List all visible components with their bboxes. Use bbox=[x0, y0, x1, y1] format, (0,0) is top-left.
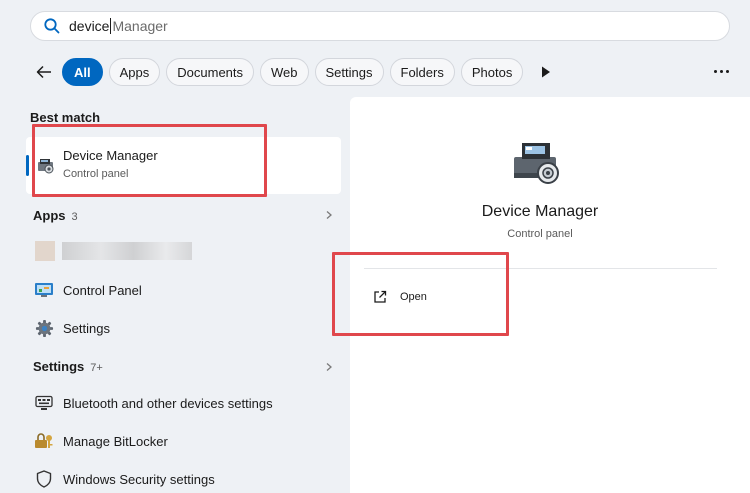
filter-folders[interactable]: Folders bbox=[389, 58, 455, 86]
apps-count: 3 bbox=[71, 211, 78, 223]
detail-title: Device Manager bbox=[481, 203, 599, 220]
filter-all[interactable]: All bbox=[62, 58, 103, 86]
settings-header-label: Settings bbox=[33, 359, 85, 374]
setting-item-bluetooth[interactable]: Bluetooth and other devices settings bbox=[34, 390, 273, 416]
app-item-control-panel[interactable]: Control Panel bbox=[34, 277, 142, 303]
app-item-settings[interactable]: Settings bbox=[34, 315, 110, 341]
search-icon bbox=[44, 18, 60, 34]
ellipsis-dot-icon bbox=[713, 69, 717, 73]
ellipsis-dot-icon bbox=[719, 69, 723, 73]
play-arrow-icon bbox=[542, 66, 551, 78]
highlight-box-best-match bbox=[32, 124, 267, 197]
selection-indicator bbox=[26, 155, 29, 176]
search-input-text[interactable]: device bbox=[69, 18, 109, 34]
settings-count: 7+ bbox=[90, 362, 103, 374]
bitlocker-icon bbox=[34, 431, 54, 451]
settings-header[interactable]: Settings 7+ bbox=[33, 359, 103, 374]
filter-web[interactable]: Web bbox=[260, 58, 309, 86]
search-suggestion: Manager bbox=[112, 18, 168, 34]
setting-item-label: Manage BitLocker bbox=[63, 433, 168, 449]
apps-header-label: Apps bbox=[33, 208, 66, 223]
setting-item-label: Bluetooth and other devices settings bbox=[63, 395, 273, 411]
apps-header[interactable]: Apps 3 bbox=[33, 208, 78, 223]
ellipsis-dot-icon bbox=[725, 69, 729, 73]
chevron-right-icon[interactable] bbox=[324, 210, 334, 220]
settings-gear-icon bbox=[34, 318, 54, 338]
more-options-button[interactable] bbox=[710, 62, 732, 80]
back-arrow-icon bbox=[36, 65, 51, 79]
filter-photos[interactable]: Photos bbox=[460, 58, 524, 86]
app-item-label: Settings bbox=[63, 320, 110, 336]
setting-item-label: Windows Security settings bbox=[63, 471, 215, 487]
filter-apps[interactable]: Apps bbox=[108, 58, 161, 86]
setting-item-bitlocker[interactable]: Manage BitLocker bbox=[34, 428, 168, 454]
shield-icon bbox=[34, 469, 54, 489]
blurred-app-icon bbox=[35, 241, 55, 261]
filter-settings[interactable]: Settings bbox=[314, 58, 384, 86]
setting-item-windows-security[interactable]: Windows Security settings bbox=[34, 466, 215, 492]
back-button[interactable] bbox=[30, 58, 58, 86]
best-match-header: Best match bbox=[30, 110, 101, 125]
app-item-label: Control Panel bbox=[63, 282, 142, 298]
bluetooth-devices-icon bbox=[34, 393, 54, 413]
highlight-box-open bbox=[332, 252, 509, 336]
text-caret bbox=[110, 18, 112, 34]
chevron-right-icon[interactable] bbox=[324, 362, 334, 372]
filter-documents[interactable]: Documents bbox=[166, 58, 255, 86]
blurred-app-name[interactable] bbox=[62, 242, 192, 260]
filter-bar: All Apps Documents Web Settings Folders … bbox=[30, 57, 557, 87]
search-box[interactable]: device Manager bbox=[30, 11, 730, 41]
detail-subtitle: Control panel bbox=[507, 228, 573, 240]
control-panel-icon bbox=[34, 280, 54, 300]
device-manager-large-icon bbox=[514, 143, 559, 184]
more-filters-button[interactable] bbox=[535, 58, 557, 86]
